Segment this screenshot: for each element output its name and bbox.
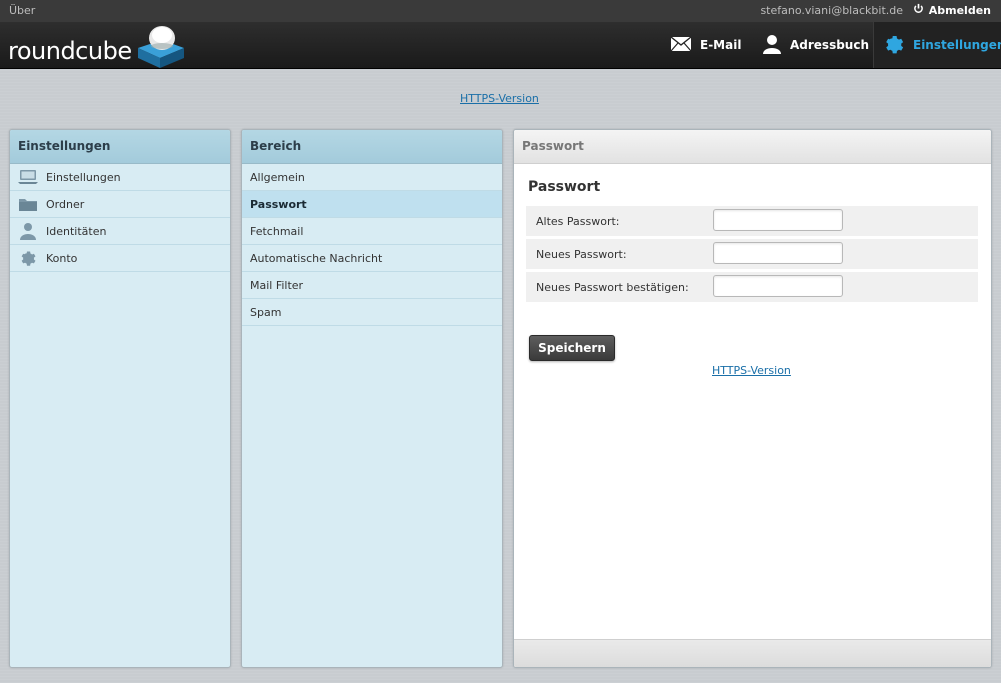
settings-item-identities[interactable]: Identitäten [10, 218, 230, 245]
https-version-link[interactable]: HTTPS-Version [460, 92, 539, 105]
nav-addressbook-label: Adressbuch [790, 38, 870, 52]
https-version-link-bottom[interactable]: HTTPS-Version [712, 364, 791, 377]
gear-icon [18, 249, 38, 267]
about-link[interactable]: Über [9, 4, 35, 17]
password-panel-header: Passwort [514, 130, 991, 164]
settings-item-folders[interactable]: Ordner [10, 191, 230, 218]
section-item-mail-filter[interactable]: Mail Filter [242, 272, 502, 299]
settings-item-label: Einstellungen [46, 170, 121, 184]
section-item-fetchmail[interactable]: Fetchmail [242, 218, 502, 245]
logo-text: roundcube [8, 36, 132, 65]
nav-settings[interactable]: Einstellungen [873, 22, 1001, 68]
section-item-autoreply[interactable]: Automatische Nachricht [242, 245, 502, 272]
settings-panel-title: Einstellungen [10, 130, 230, 164]
old-password-label: Altes Passwort: [536, 215, 620, 228]
new-password-row: Neues Passwort: [526, 239, 978, 269]
person-icon [18, 222, 38, 240]
settings-panel: Einstellungen Einstellungen Ordner Ident… [9, 129, 231, 668]
logo[interactable]: roundcube [8, 24, 186, 73]
confirm-password-label: Neues Passwort bestätigen: [536, 281, 689, 294]
settings-item-label: Identitäten [46, 224, 107, 238]
old-password-input[interactable] [713, 209, 843, 231]
password-panel-footer [514, 639, 991, 667]
top-bar: Über stefano.viani@blackbit.de Abmelden [0, 0, 1001, 22]
password-title: Passwort [528, 179, 601, 195]
settings-item-label: Konto [46, 251, 78, 265]
confirm-password-input[interactable] [713, 275, 843, 297]
save-button[interactable]: Speichern [529, 335, 615, 361]
new-password-input[interactable] [713, 242, 843, 264]
confirm-password-row: Neues Passwort bestätigen: [526, 272, 978, 302]
settings-item-account[interactable]: Konto [10, 245, 230, 272]
password-panel: Passwort Passwort Altes Passwort: Neues … [513, 129, 992, 668]
settings-item-preferences[interactable]: Einstellungen [10, 164, 230, 191]
section-item-password[interactable]: Passwort [242, 191, 502, 218]
section-item-spam[interactable]: Spam [242, 299, 502, 326]
nav-mail-label: E-Mail [700, 38, 742, 52]
logout-label: Abmelden [928, 3, 991, 17]
computer-icon [18, 168, 38, 186]
logout-button[interactable]: Abmelden [913, 3, 991, 17]
settings-item-label: Ordner [46, 197, 85, 211]
app-header: roundcube E-Mail Adressbuch Einstellunge… [0, 22, 1001, 69]
nav-addressbook[interactable]: Adressbuch [752, 22, 888, 68]
section-panel-title: Bereich [242, 130, 502, 164]
old-password-row: Altes Passwort: [526, 206, 978, 236]
folder-icon [18, 195, 38, 213]
gear-icon [883, 33, 905, 58]
power-icon [913, 3, 924, 17]
username: stefano.viani@blackbit.de [760, 4, 903, 17]
new-password-label: Neues Passwort: [536, 248, 627, 261]
envelope-icon [670, 35, 692, 55]
nav-settings-label: Einstellungen [913, 38, 1001, 52]
section-panel: Bereich Allgemein Passwort Fetchmail Aut… [241, 129, 503, 668]
logo-cube-icon [134, 24, 186, 73]
section-item-general[interactable]: Allgemein [242, 164, 502, 191]
person-icon [762, 34, 782, 57]
